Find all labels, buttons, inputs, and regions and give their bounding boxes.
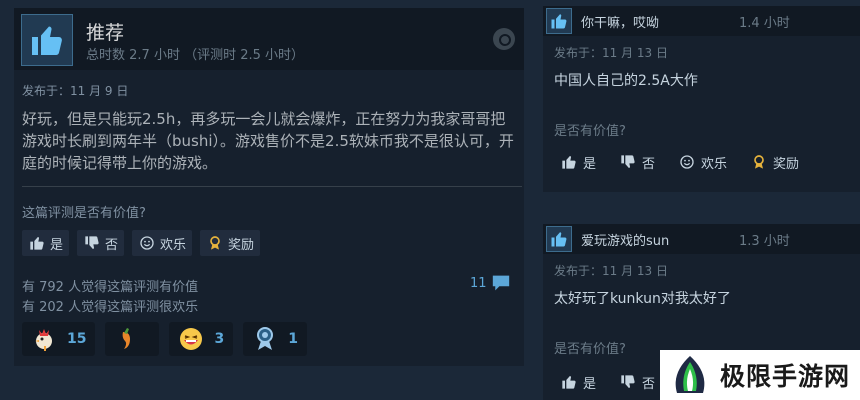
thumbs-down-icon (621, 155, 635, 168)
comment-posted-date: 发布于：11 月 13 日 (554, 46, 668, 60)
funny-count: 有 202 人觉得这篇评测很欢乐 (22, 300, 199, 315)
awards-row: 15 3 1 (22, 322, 307, 356)
divider (22, 186, 522, 187)
thumbs-up-icon (551, 14, 567, 29)
award-medal-icon (206, 234, 224, 252)
review-posted-date: 发布于：11 月 9 日 (22, 84, 129, 98)
comment-author[interactable]: 你干嘛，哎呦 (581, 12, 659, 31)
vote-yes-label: 是 (583, 156, 597, 172)
vote-yes-label: 是 (583, 376, 597, 392)
comment-header: 你干嘛，哎呦 1.4 小时 (543, 6, 860, 36)
site-logo-icon (675, 356, 705, 393)
recommended-thumb (546, 226, 572, 252)
laughing-face-award-icon (180, 328, 203, 350)
smiley-icon (680, 155, 694, 169)
award-pepper[interactable] (105, 322, 160, 356)
comment-count: 11 (470, 275, 487, 291)
comment-helpful-question: 是否有价值? (554, 124, 626, 139)
review-body: 好玩，但是只能玩2.5h，再多玩一会儿就会爆炸，正在努力为我家哥哥把游戏时长刷到… (22, 110, 514, 172)
comment-vote-no-button[interactable]: 否 (613, 149, 663, 175)
award-label: 奖励 (228, 237, 255, 253)
vote-no-button[interactable]: 否 (77, 230, 125, 256)
speech-bubble-icon (492, 275, 509, 291)
hot-pepper-award-icon (123, 328, 131, 349)
vote-yes-button[interactable]: 是 (22, 230, 70, 256)
award-button[interactable]: 奖励 (200, 230, 261, 256)
vote-no-label: 否 (642, 376, 656, 392)
comment-text: 太好玩了kunkun对我太好了 (554, 291, 731, 307)
comment-hours: 1.4 小时 (739, 16, 790, 31)
vote-buttons: 是 否 欢乐 奖励 (22, 230, 261, 256)
award-count: 3 (214, 331, 225, 347)
site-watermark: 极限手游网 (660, 350, 860, 400)
comment-header: 爱玩游戏的sun 1.3 小时 (543, 224, 860, 254)
award-ribbon[interactable]: 1 (243, 322, 307, 356)
steam-icon (493, 28, 515, 50)
thumbs-down-icon (83, 234, 101, 252)
award-laughing[interactable]: 3 (169, 322, 234, 356)
comment-vote-buttons: 是 否 (554, 369, 663, 395)
comment-text: 中国人自己的2.5A大作 (554, 73, 698, 89)
comment-vote-yes-button[interactable]: 是 (554, 149, 604, 175)
award-label: 奖励 (773, 156, 800, 172)
vote-funny-button[interactable]: 欢乐 (132, 230, 193, 256)
vote-funny-label: 欢乐 (701, 156, 728, 172)
thumbs-up-icon (551, 232, 567, 247)
award-count: 15 (67, 331, 87, 347)
recommended-thumb (546, 8, 572, 34)
thumbs-down-icon (621, 375, 635, 388)
comment-vote-yes-button[interactable]: 是 (554, 369, 604, 395)
vote-funny-label: 欢乐 (160, 237, 187, 253)
comment-vote-funny-button[interactable]: 欢乐 (672, 149, 735, 175)
comment-card: 你干嘛，哎呦 1.4 小时 发布于：11 月 13 日 中国人自己的2.5A大作… (543, 6, 860, 192)
ribbon-medal-award-icon (257, 327, 274, 350)
award-chicken[interactable]: 15 (22, 322, 96, 356)
comment-vote-no-button[interactable]: 否 (613, 369, 663, 395)
vote-yes-label: 是 (50, 237, 64, 253)
vote-no-label: 否 (105, 237, 119, 253)
thumbs-up-icon (562, 156, 576, 169)
award-medal-icon (754, 155, 764, 169)
thumbs-up-icon (32, 26, 62, 55)
helpful-question: 这篇评测是否有价值? (22, 206, 146, 221)
review-hours: 总时数 2.7 小时 （评测时 2.5 小时） (86, 48, 305, 63)
watermark-text: 极限手游网 (720, 362, 851, 391)
thumbs-up-icon (28, 234, 46, 252)
award-count: 1 (288, 331, 298, 347)
recommended-thumb[interactable] (21, 14, 73, 66)
review-title[interactable]: 推荐 (86, 18, 124, 45)
review-header: 推荐 总时数 2.7 小时 （评测时 2.5 小时） (14, 8, 524, 70)
chicken-award-icon (35, 329, 52, 351)
vote-no-label: 否 (642, 156, 656, 172)
comment-vote-buttons: 是 否 欢乐 奖励 (554, 149, 807, 175)
smiley-icon (138, 234, 156, 252)
thumbs-up-icon (562, 376, 576, 389)
comment-hours: 1.3 小时 (739, 234, 790, 249)
comment-posted-date: 发布于：11 月 13 日 (554, 264, 668, 278)
review-panel: 推荐 总时数 2.7 小时 （评测时 2.5 小时） 发布于：11 月 9 日 … (14, 8, 524, 366)
comment-award-button[interactable]: 奖励 (744, 149, 807, 175)
helpful-count: 有 792 人觉得这篇评测有价值 (22, 280, 199, 295)
comment-author[interactable]: 爱玩游戏的sun (581, 230, 669, 249)
comments-link[interactable]: 11 (470, 274, 511, 292)
comment-helpful-question: 是否有价值? (554, 342, 626, 357)
